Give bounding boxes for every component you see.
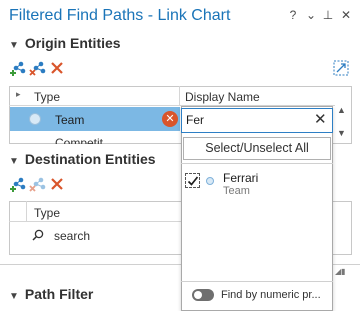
delete-row-icon[interactable]: ✕ xyxy=(162,111,178,127)
display-name-input-value: Fer xyxy=(186,113,204,127)
destination-section-header[interactable]: ▼ Destination Entities xyxy=(9,151,156,167)
item-checkbox[interactable] xyxy=(185,173,200,188)
numeric-property-label: Find by numeric pr... xyxy=(221,289,321,301)
chevron-down-icon: ▼ xyxy=(9,156,19,167)
col-display-name-header[interactable]: Display Name xyxy=(185,90,260,104)
entity-type-icon xyxy=(29,113,41,125)
search-icon xyxy=(32,229,44,241)
col-type-header[interactable]: Type xyxy=(34,90,60,104)
numeric-property-toggle[interactable] xyxy=(192,289,214,301)
menu-dropdown-button[interactable]: ⌄ xyxy=(303,8,319,22)
col-divider xyxy=(179,86,180,106)
destination-col-type-header[interactable]: Type xyxy=(34,206,60,220)
origin-row-partial: Competit xyxy=(55,136,104,144)
resize-grip-icon[interactable]: ◢▮ xyxy=(335,267,346,276)
row-indicator-icon: ▸ xyxy=(16,89,21,99)
origin-section-header[interactable]: ▼ Origin Entities xyxy=(9,35,121,51)
select-on-map-icon[interactable] xyxy=(333,60,349,76)
add-entity-icon[interactable] xyxy=(9,60,27,76)
dropdown-item-type: Team xyxy=(223,185,250,197)
entity-type-icon xyxy=(206,177,214,185)
dropdown-item-name: Ferrari xyxy=(223,171,259,185)
origin-heading: Origin Entities xyxy=(24,35,121,51)
chevron-down-icon: ▼ xyxy=(9,291,19,302)
destination-heading: Destination Entities xyxy=(24,151,156,167)
scroll-up-icon[interactable]: ▲ xyxy=(337,105,346,115)
path-filter-heading: Path Filter xyxy=(24,286,94,302)
path-filter-section-header[interactable]: ▼ Path Filter xyxy=(9,286,93,302)
scroll-down-icon[interactable]: ▼ xyxy=(337,128,346,138)
destination-search-input[interactable]: search xyxy=(54,229,90,243)
col-divider xyxy=(26,201,27,222)
close-button[interactable]: ✕ xyxy=(338,8,354,22)
origin-row-type: Team xyxy=(55,113,85,127)
chevron-down-icon: ▼ xyxy=(9,40,19,51)
help-button[interactable]: ? xyxy=(285,8,301,22)
select-unselect-all-button[interactable]: Select/Unselect All xyxy=(183,137,331,160)
dropdown-divider xyxy=(181,163,333,164)
remove-entity-icon[interactable] xyxy=(29,60,47,76)
pin-button[interactable]: ⊥ xyxy=(320,8,336,22)
clear-all-icon[interactable] xyxy=(49,176,67,192)
add-entity-icon[interactable] xyxy=(9,176,27,192)
remove-entity-icon[interactable] xyxy=(29,176,47,192)
check-icon xyxy=(187,176,199,186)
clear-input-icon[interactable]: ✕ xyxy=(314,110,327,128)
clear-all-icon[interactable] xyxy=(49,60,67,76)
window-title: Filtered Find Paths - Link Chart xyxy=(9,7,231,24)
dropdown-divider xyxy=(181,281,333,282)
